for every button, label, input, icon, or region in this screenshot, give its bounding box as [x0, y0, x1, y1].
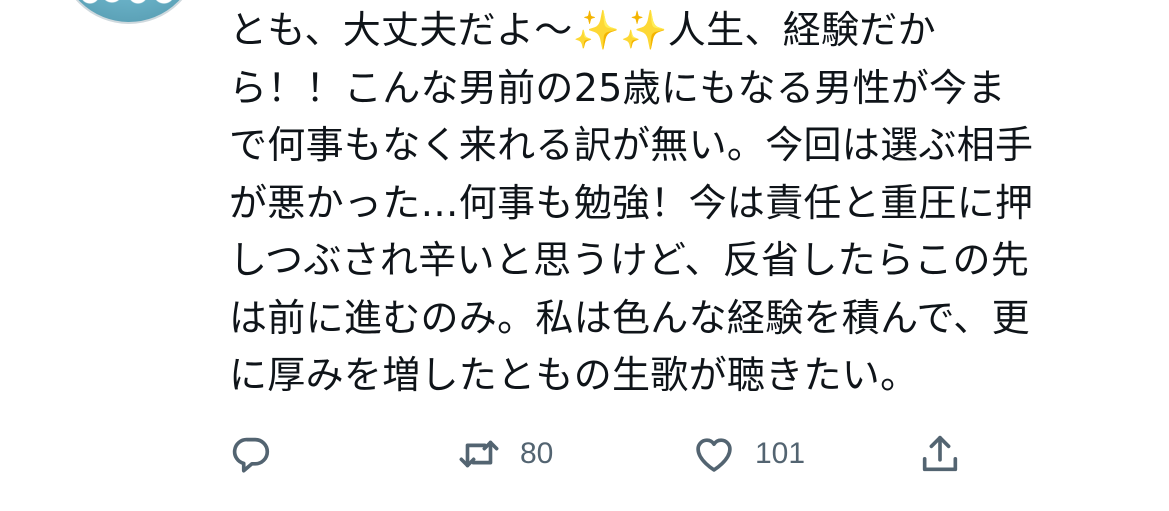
share-button[interactable] — [917, 430, 963, 478]
reply-button[interactable] — [228, 430, 292, 478]
heart-icon — [696, 438, 732, 472]
tweet-text: とも、大丈夫だよ〜✨✨人生、経験だか ら！！こんな男前の25歳にもなる男性が今ま… — [229, 2, 1129, 405]
tweet-text-line: しつぶされ辛いと思うけど、反省したらこの先 — [229, 238, 1030, 282]
like-button[interactable]: 101 — [691, 430, 805, 478]
avatar-clouds-decoration — [70, 0, 188, 6]
tweet-text-line: が悪かった…何事も勉強！今は責任と重圧に押 — [229, 180, 1034, 225]
tweet-text-line: で何事もなく来れる訳が無い。今回は選ぶ相手 — [229, 123, 1034, 167]
reply-icon — [232, 437, 270, 473]
like-count: 101 — [755, 437, 806, 470]
tweet-text-line: に厚みを増したともの生歌が聴きたい。 — [229, 353, 919, 397]
tweet-text-line: は前に進むのみ。私は色んな経験を積んで、更 — [229, 295, 1030, 340]
retweet-button[interactable]: 80 — [456, 430, 553, 478]
retweet-count: 80 — [520, 437, 554, 470]
tweet-text-line: とも、大丈夫だよ〜✨✨人生、経験だか — [229, 8, 936, 52]
retweet-icon — [459, 440, 499, 468]
share-icon — [922, 435, 958, 472]
tweet-action-bar: 80 101 — [0, 430, 1169, 478]
tweet-text-line: ら！！こんな男前の25歳にもなる男性が今ま — [229, 65, 1006, 110]
avatar[interactable] — [58, 0, 200, 24]
